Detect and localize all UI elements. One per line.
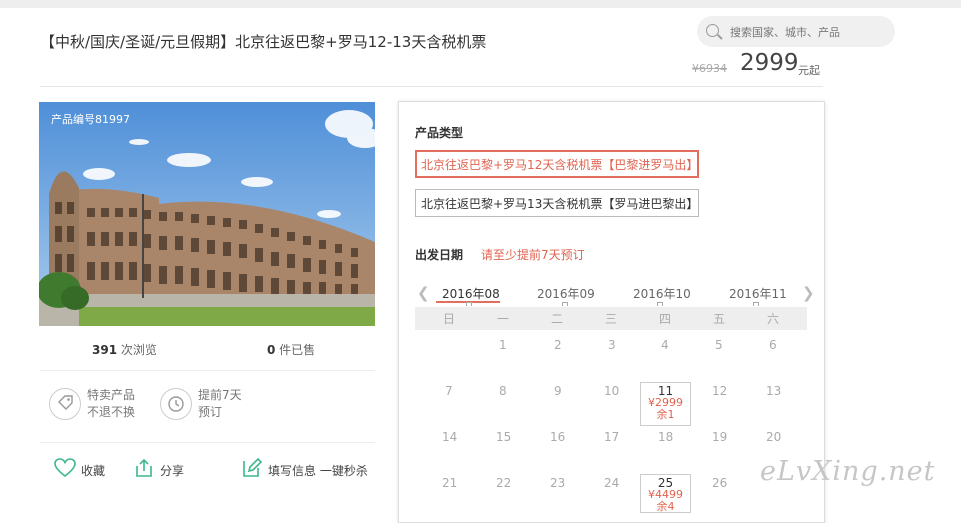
calendar-day: 5 xyxy=(715,338,723,352)
calendar-day: 18 xyxy=(658,430,674,444)
product-type-label: 产品类型 xyxy=(415,126,464,140)
month-tab-nov[interactable]: 2016年11 xyxy=(729,285,787,302)
feature-special-line2: 不退不换 xyxy=(87,405,136,419)
calendar-day: 2 xyxy=(554,338,562,352)
product-photo xyxy=(39,102,375,326)
site-watermark: eLvXing.net xyxy=(760,456,936,487)
feature-advance: 提前7天 预订 xyxy=(198,387,242,421)
calendar-day: 14 xyxy=(442,430,458,444)
weekday-wed: 三 xyxy=(605,312,618,326)
month-marker xyxy=(753,302,759,306)
prev-month-chevron-icon[interactable]: ❮ xyxy=(417,284,430,302)
weekday-tue: 二 xyxy=(551,312,564,326)
feature-advance-line2: 预订 xyxy=(198,405,223,419)
tag-icon xyxy=(49,388,81,420)
header-divider xyxy=(40,86,823,87)
weekday-sun: 日 xyxy=(443,312,456,326)
month-marker xyxy=(466,302,472,306)
edit-icon[interactable] xyxy=(241,457,263,479)
weekday-thu: 四 xyxy=(659,312,672,326)
product-code: 产品编号81997 xyxy=(51,113,130,126)
view-count-label: 次浏览 xyxy=(117,343,157,357)
calendar-day: 21 xyxy=(442,476,458,490)
available-date-remain[interactable]: 余4 xyxy=(641,501,690,513)
month-marker xyxy=(562,302,568,306)
feature-special: 特卖产品 不退不换 xyxy=(87,387,135,421)
calendar-day: 1 xyxy=(499,338,507,352)
month-marker xyxy=(657,302,663,306)
product-type-option-12-day[interactable]: 北京往返巴黎+罗马12天含税机票【巴黎进罗马出】 xyxy=(415,150,699,178)
clock-icon xyxy=(160,388,192,420)
available-date-remain[interactable]: 余1 xyxy=(641,409,690,421)
original-price: ¥6934 xyxy=(692,62,727,75)
search-icon[interactable] xyxy=(706,24,719,37)
departure-date-label: 出发日期 xyxy=(415,248,464,262)
search-placeholder[interactable]: 搜索国家、城市、产品 xyxy=(730,24,840,40)
favorite-label[interactable]: 收藏 xyxy=(81,462,105,479)
sold-count: 0 件已售 xyxy=(267,341,315,358)
calendar-day: 15 xyxy=(496,430,512,444)
calendar-day: 4 xyxy=(661,338,669,352)
page-title: 【中秋/国庆/圣诞/元旦假期】北京往返巴黎+罗马12-13天含税机票 xyxy=(40,33,487,51)
calendar-day: 9 xyxy=(554,384,562,398)
feature-advance-line1: 提前7天 xyxy=(198,388,242,402)
month-tab-oct[interactable]: 2016年10 xyxy=(633,285,691,302)
month-tab-aug[interactable]: 2016年08 xyxy=(442,285,500,302)
calendar-day: 24 xyxy=(604,476,620,490)
sold-count-label: 件已售 xyxy=(275,343,316,357)
top-strip xyxy=(0,0,961,8)
view-count: 391 次浏览 xyxy=(92,341,157,358)
calendar-day: 10 xyxy=(604,384,620,398)
month-tab-sep[interactable]: 2016年09 xyxy=(537,285,595,302)
calendar-day: 20 xyxy=(766,430,782,444)
calendar-day: 16 xyxy=(550,430,566,444)
fill-info-label[interactable]: 填写信息 一键秒杀 xyxy=(268,462,368,479)
calendar-day: 3 xyxy=(608,338,616,352)
feature-special-line1: 特卖产品 xyxy=(87,388,136,402)
search-box[interactable]: 搜索国家、城市、产品 xyxy=(697,16,895,47)
weekday-sat: 六 xyxy=(767,312,780,326)
available-date-cell[interactable]: 25 ¥4499 余4 xyxy=(640,474,691,513)
divider xyxy=(40,370,375,371)
weekday-fri: 五 xyxy=(713,312,726,326)
heart-icon[interactable] xyxy=(53,457,77,479)
calendar-day: 22 xyxy=(496,476,512,490)
product-type-option-13-day[interactable]: 北京往返巴黎+罗马13天含税机票【罗马进巴黎出】 xyxy=(415,189,699,217)
calendar-day: 26 xyxy=(712,476,728,490)
calendar-day: 13 xyxy=(766,384,782,398)
view-count-number: 391 xyxy=(92,343,118,357)
available-date-cell[interactable]: 11 ¥2999 余1 xyxy=(640,382,691,426)
calendar-day: 12 xyxy=(712,384,728,398)
calendar-day: 19 xyxy=(712,430,728,444)
next-month-chevron-icon[interactable]: ❯ xyxy=(802,284,815,302)
share-icon[interactable] xyxy=(133,457,155,479)
share-label[interactable]: 分享 xyxy=(160,462,184,479)
calendar-day: 7 xyxy=(445,384,453,398)
calendar-day: 23 xyxy=(550,476,566,490)
current-price: 2999 xyxy=(740,50,799,76)
price-unit: 元起 xyxy=(798,64,820,77)
weekday-mon: 一 xyxy=(497,312,510,326)
advance-booking-note: 请至少提前7天预订 xyxy=(481,248,585,262)
calendar-day: 6 xyxy=(769,338,777,352)
calendar-day: 8 xyxy=(499,384,507,398)
divider xyxy=(40,442,375,443)
calendar-day: 17 xyxy=(604,430,620,444)
